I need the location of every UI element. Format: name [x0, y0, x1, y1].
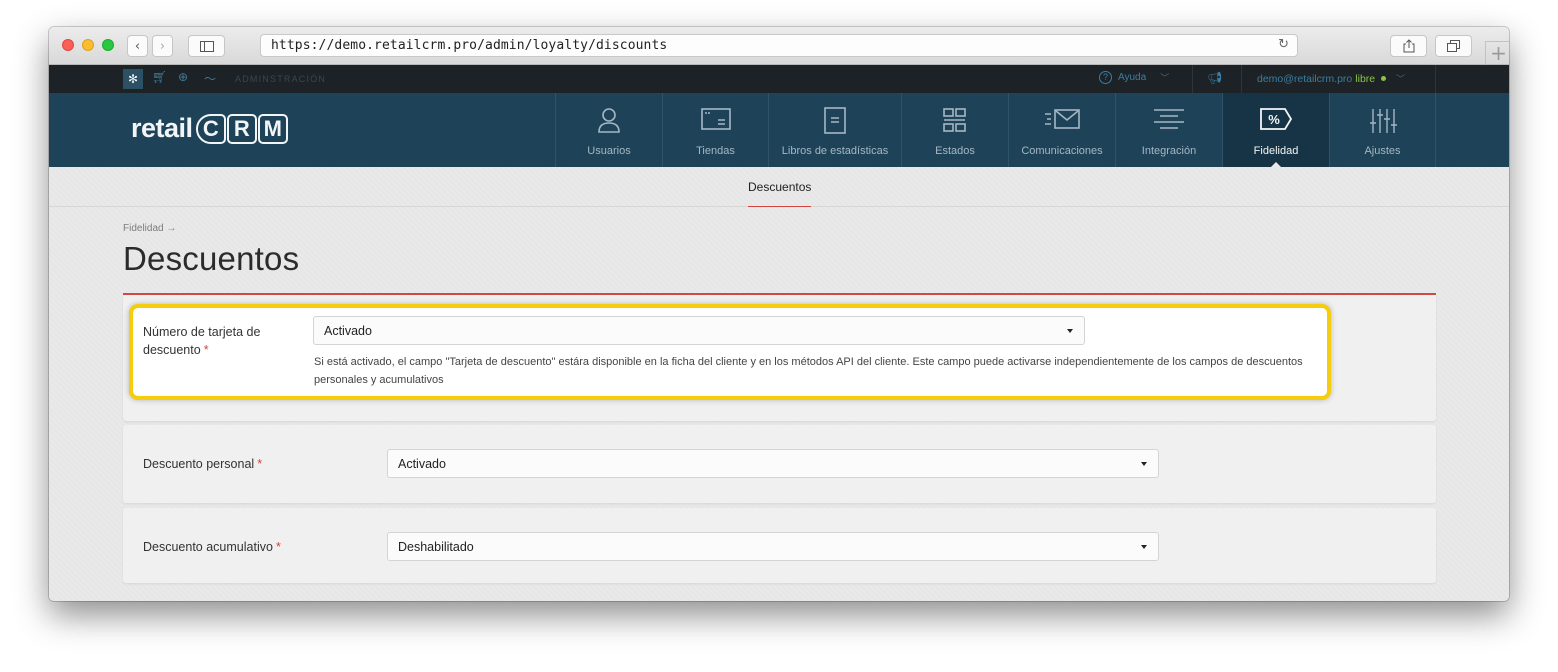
- help-menu[interactable]: ? Ayuda ﹀: [1099, 71, 1169, 84]
- nav-item-usuarios[interactable]: Usuarios: [555, 93, 662, 167]
- sidebar-icon: [199, 40, 214, 52]
- svg-text:%: %: [1268, 112, 1280, 127]
- store-icon: [663, 107, 768, 135]
- label-line-1: Número de tarjeta de: [143, 325, 261, 339]
- new-tab-button[interactable]: +: [1485, 41, 1509, 65]
- nav-label: Tiendas: [696, 145, 735, 157]
- admin-topbar: ✻ 🛒︎ ⊕ 〜 ADMINSTRACIÓN ? Ayuda ﹀ 📢︎ demo…: [49, 65, 1509, 93]
- required-marker: *: [257, 457, 263, 471]
- share-icon: [1403, 39, 1414, 53]
- minimize-window-button[interactable]: [82, 39, 94, 51]
- online-status-icon: [1381, 76, 1387, 82]
- card-cumulative-discount: Descuento acumulativo * Deshabilitado: [123, 508, 1436, 583]
- help-label: Ayuda: [1118, 72, 1147, 83]
- browser-window: ‹ › https://demo.retailcrm.pro/admin/loy…: [49, 27, 1509, 601]
- label-line-2: descuento: [143, 343, 201, 357]
- select-value: Deshabilitado: [398, 540, 474, 554]
- main-navigation: retail C R M Usuarios Tiendas Libros de …: [49, 93, 1509, 168]
- url-text: https://demo.retailcrm.pro/admin/loyalty…: [271, 38, 668, 53]
- book-icon: [769, 107, 901, 135]
- reload-icon[interactable]: ↻: [1278, 37, 1289, 52]
- highlighted-card-number-field: Número de tarjeta de descuento * Activado…: [129, 304, 1331, 400]
- cumulative-discount-select[interactable]: Deshabilitado: [387, 532, 1159, 561]
- tabs-icon: [1447, 40, 1460, 52]
- field-label-personal: Descuento personal *: [143, 455, 262, 473]
- forward-button[interactable]: ›: [152, 35, 173, 57]
- divider: [1241, 65, 1242, 93]
- card-number-select[interactable]: Activado: [313, 316, 1085, 345]
- field-label-cumulative: Descuento acumulativo *: [143, 538, 281, 556]
- tab-descuentos[interactable]: Descuentos: [748, 180, 812, 207]
- mail-icon: [1009, 107, 1115, 135]
- chevron-left-icon: ‹: [134, 38, 141, 54]
- chevron-down-icon: ﹀: [1396, 74, 1406, 84]
- nav-item-ajustes[interactable]: Ajustes: [1329, 93, 1436, 167]
- announcements-icon[interactable]: 📢︎: [1207, 71, 1222, 85]
- divider: [1435, 65, 1436, 93]
- analytics-icon[interactable]: 〜: [204, 70, 216, 87]
- logo-crm: C R M: [195, 113, 288, 144]
- address-bar[interactable]: https://demo.retailcrm.pro/admin/loyalty…: [260, 34, 1298, 57]
- back-button[interactable]: ‹: [127, 35, 148, 57]
- customers-icon[interactable]: ⊕: [178, 70, 188, 84]
- nav-label: Comunicaciones: [1021, 145, 1103, 157]
- page-title: Descuentos: [123, 240, 300, 277]
- chevron-right-icon: ›: [159, 38, 166, 54]
- breadcrumb[interactable]: Fidelidad →: [123, 223, 176, 234]
- required-marker: *: [275, 540, 281, 554]
- logo-letter: C: [195, 113, 226, 144]
- field-hint: Si está activado, el campo "Tarjeta de d…: [314, 356, 1303, 386]
- user-menu[interactable]: demo@retailcrm.pro libre ﹀: [1257, 72, 1405, 85]
- sliders-icon: [1330, 107, 1435, 135]
- zoom-window-button[interactable]: [102, 39, 114, 51]
- caret-down-icon: [1067, 329, 1073, 333]
- close-window-button[interactable]: [62, 39, 74, 51]
- nav-item-libros[interactable]: Libros de estadísticas: [768, 93, 901, 167]
- nav-item-comunicaciones[interactable]: Comunicaciones: [1008, 93, 1115, 167]
- tabs-overview-button[interactable]: [1435, 35, 1472, 57]
- divider: [1192, 65, 1193, 93]
- nav-label: Usuarios: [587, 145, 631, 157]
- nav-item-integracion[interactable]: Integración: [1115, 93, 1222, 167]
- settings-gear-icon[interactable]: ✻: [123, 69, 143, 89]
- nav-label: Ajustes: [1364, 145, 1401, 157]
- nav-item-tiendas[interactable]: Tiendas: [662, 93, 768, 167]
- logo-prefix: retail: [131, 113, 193, 143]
- logo-letter: R: [226, 113, 257, 144]
- user-icon: [556, 107, 662, 135]
- sub-navigation: Descuentos: [49, 167, 1509, 207]
- select-value: Activado: [398, 457, 446, 471]
- personal-discount-select[interactable]: Activado: [387, 449, 1159, 478]
- nav-item-fidelidad[interactable]: % Fidelidad: [1222, 93, 1329, 168]
- chevron-down-icon: ﹀: [1160, 73, 1170, 83]
- select-value: Activado: [324, 324, 372, 338]
- section-title: ADMINSTRACIÓN: [235, 74, 327, 84]
- nav-label: Estados: [935, 145, 975, 157]
- user-email: demo@retailcrm.pro: [1257, 73, 1353, 85]
- field-label-card-number: Número de tarjeta de descuento *: [143, 323, 260, 359]
- caret-down-icon: [1141, 462, 1147, 466]
- browser-toolbar: ‹ › https://demo.retailcrm.pro/admin/loy…: [49, 27, 1509, 65]
- statuses-icon: [902, 107, 1008, 135]
- label-text: Descuento personal: [143, 457, 255, 471]
- plan-badge: libre: [1355, 73, 1376, 85]
- sidebar-toggle-button[interactable]: [188, 35, 225, 57]
- percent-tag-icon: %: [1223, 107, 1329, 135]
- caret-down-icon: [1141, 545, 1147, 549]
- required-marker: *: [203, 343, 209, 357]
- logo-letter: M: [257, 113, 288, 144]
- nav-item-estados[interactable]: Estados: [901, 93, 1008, 167]
- help-icon: ?: [1099, 71, 1112, 84]
- card-personal-discount: Descuento personal * Activado: [123, 425, 1436, 503]
- label-text: Descuento acumulativo: [143, 540, 273, 554]
- share-button[interactable]: [1390, 35, 1427, 57]
- integration-icon: [1116, 107, 1222, 135]
- nav-label: Fidelidad: [1253, 145, 1299, 157]
- nav-label: Libros de estadísticas: [781, 145, 889, 157]
- nav-label: Integración: [1141, 145, 1197, 157]
- cart-icon[interactable]: 🛒︎: [152, 70, 167, 84]
- retailcrm-logo[interactable]: retail C R M: [131, 113, 288, 144]
